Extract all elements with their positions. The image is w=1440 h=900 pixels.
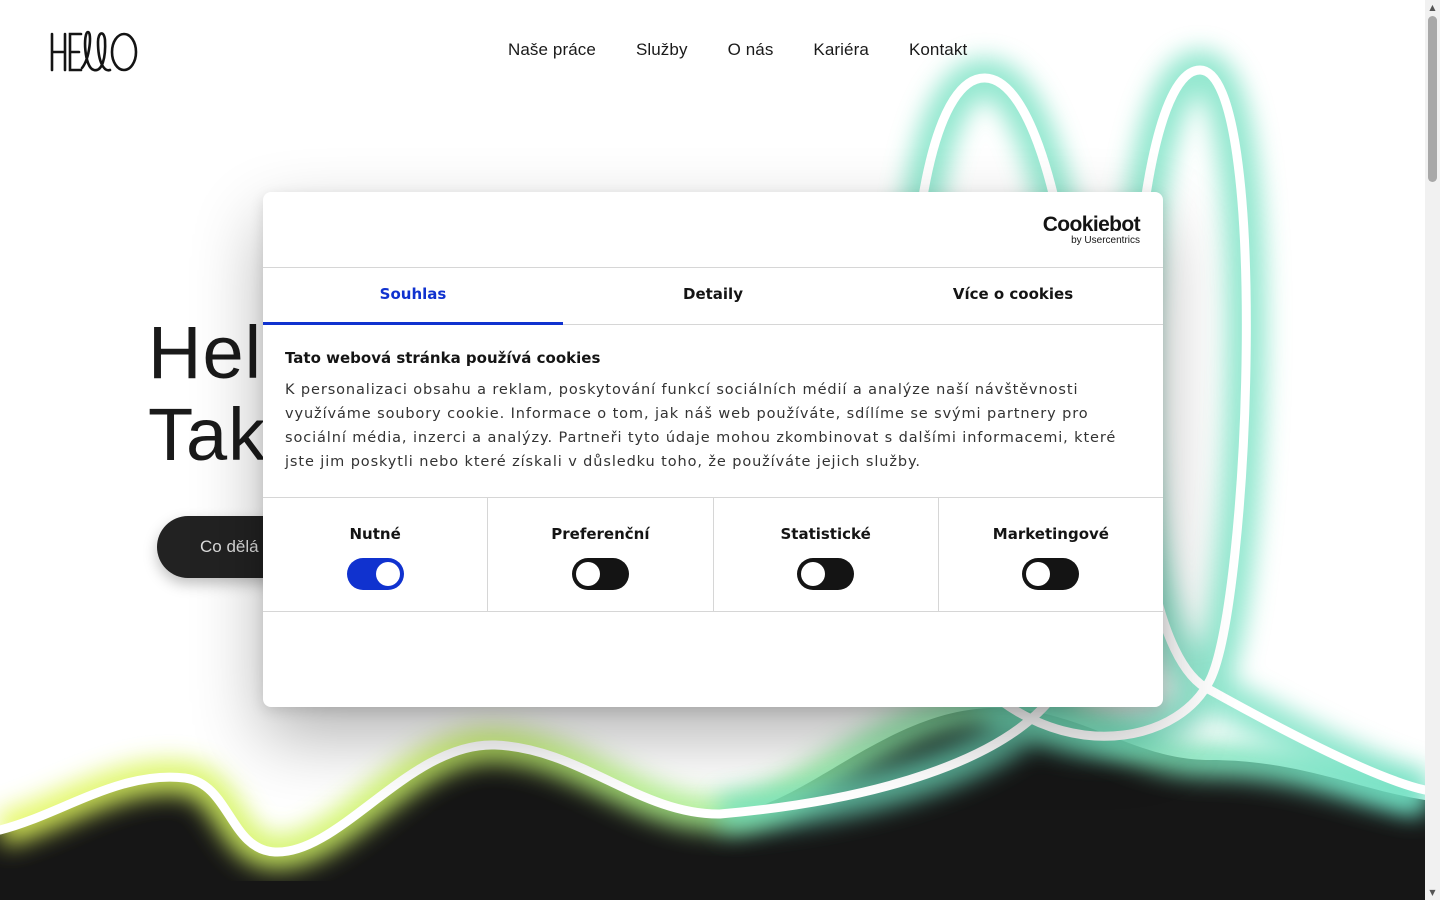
hero-title-line-1: Hel <box>148 311 263 394</box>
consent-heading: Tato webová stránka používá cookies <box>285 349 601 367</box>
cookiebot-logo-main: Cookiebot <box>1042 213 1141 236</box>
tab-vice-o-cookies[interactable]: Více o cookies <box>863 268 1163 324</box>
hello-logo[interactable] <box>48 28 140 76</box>
toggle-statisticke[interactable] <box>797 558 855 590</box>
tab-detaily[interactable]: Detaily <box>563 268 863 324</box>
scroll-up-arrow-icon[interactable]: ▲ <box>1425 0 1440 15</box>
tab-souhlas[interactable]: Souhlas <box>263 268 563 325</box>
main-nav: Naše práce Služby O nás Kariéra Kontakt <box>508 38 967 62</box>
toggle-preferencni[interactable] <box>571 558 629 590</box>
nav-item-sluzby[interactable]: Služby <box>636 38 688 62</box>
nav-item-nase-prace[interactable]: Naše práce <box>508 38 596 62</box>
category-label: Preferenční <box>551 525 650 543</box>
nav-item-kontakt[interactable]: Kontakt <box>909 38 967 62</box>
toggle-marketingove[interactable] <box>1022 558 1080 590</box>
consent-categories: Nutné Preferenční Statistické Marketingo… <box>263 497 1163 612</box>
cookiebot-logo[interactable]: Cookiebot by Usercentrics <box>1042 213 1141 247</box>
category-preferencni: Preferenční <box>488 498 714 611</box>
nav-item-kariera[interactable]: Kariéra <box>813 38 869 62</box>
consent-body: Tato webová stránka používá cookies K pe… <box>285 348 1145 474</box>
category-statisticke: Statistické <box>714 498 939 611</box>
toggle-nutne[interactable] <box>346 558 404 590</box>
cookiebot-logo-sub: by Usercentrics <box>1071 235 1140 246</box>
category-marketingove: Marketingové <box>939 498 1163 611</box>
category-nutne: Nutné <box>263 498 489 611</box>
nav-item-o-nas[interactable]: O nás <box>728 38 774 62</box>
consent-description: K personalizaci obsahu a reklam, poskyto… <box>285 382 1117 470</box>
toggle-knob <box>1026 562 1051 586</box>
toggle-knob <box>375 562 400 586</box>
scrollbar-thumb[interactable] <box>1428 16 1437 182</box>
hero-title: Hel Tak <box>148 312 266 476</box>
category-label: Nutné <box>349 525 401 543</box>
hero-title-line-2: Tak <box>148 393 267 476</box>
toggle-knob <box>801 562 826 586</box>
category-label: Statistické <box>780 525 871 543</box>
cookie-consent-dialog: Cookiebot by Usercentrics Souhlas Detail… <box>263 192 1163 707</box>
scroll-down-arrow-icon[interactable]: ▼ <box>1425 885 1440 900</box>
consent-tabs: Souhlas Detaily Více o cookies <box>263 268 1163 325</box>
page: Naše práce Služby O nás Kariéra Kontakt … <box>0 0 1425 900</box>
toggle-knob <box>575 562 600 586</box>
dialog-header: Cookiebot by Usercentrics <box>263 192 1163 268</box>
page-scrollbar[interactable]: ▲ ▼ <box>1425 0 1440 900</box>
category-label: Marketingové <box>992 525 1109 543</box>
